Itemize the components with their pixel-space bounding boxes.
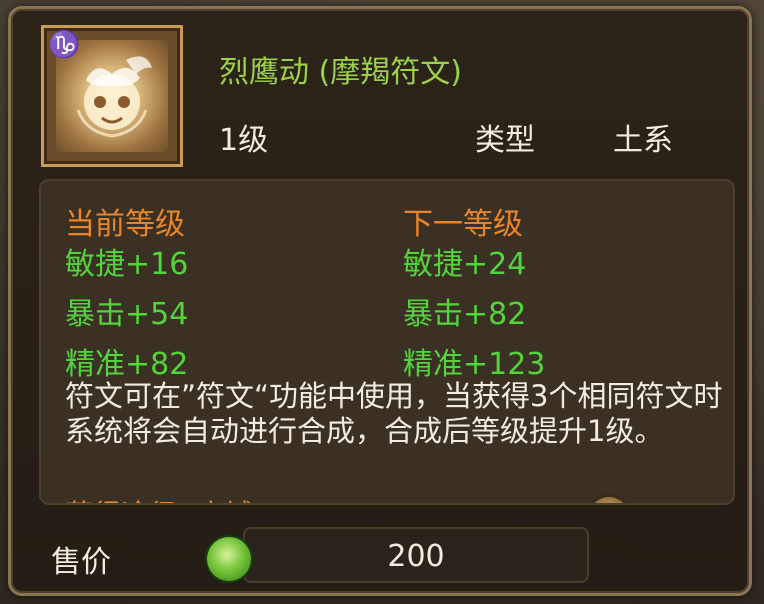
current-level-header: 当前等级	[65, 207, 185, 242]
price-label: 售价	[51, 545, 111, 580]
rune-title: 烈鹰动 (摩羯符文)	[219, 55, 462, 90]
green-coin-icon	[207, 537, 251, 581]
price-value: 200	[387, 539, 445, 574]
price-box: 200	[243, 527, 589, 583]
type-value: 土系	[613, 123, 673, 158]
rune-description: 符文可在”符文“功能中使用，当获得3个相同符文时系统将会自动进行合成，合成后等级…	[65, 379, 723, 448]
next-stat-accuracy: 精准+123	[403, 347, 546, 382]
next-stat-agility: 敏捷+24	[403, 247, 527, 282]
rune-info-panel[interactable]: 当前等级 下一等级 敏捷+16 暴击+54 精准+82 敏捷+24 暴击+82 …	[39, 179, 735, 505]
rune-level: 1级	[219, 123, 269, 158]
type-label: 类型	[475, 123, 535, 158]
rune-tooltip: ♑ 烈鹰动 (摩羯符文) 1级 类型 土系 当前等级 下一等级 敏捷+16 暴击…	[8, 6, 752, 596]
current-stat-agility: 敏捷+16	[65, 247, 189, 282]
current-stat-crit: 暴击+54	[65, 297, 189, 332]
capricorn-sign-icon: ♑	[48, 30, 81, 60]
scroll-knob-icon[interactable]	[589, 497, 629, 503]
next-stat-crit: 暴击+82	[403, 297, 527, 332]
rune-icon-frame: ♑	[41, 25, 183, 167]
next-level-header: 下一等级	[403, 207, 523, 242]
current-stat-accuracy: 精准+82	[65, 347, 189, 382]
acquisition-source: 获得途径 [商城]	[65, 493, 264, 503]
